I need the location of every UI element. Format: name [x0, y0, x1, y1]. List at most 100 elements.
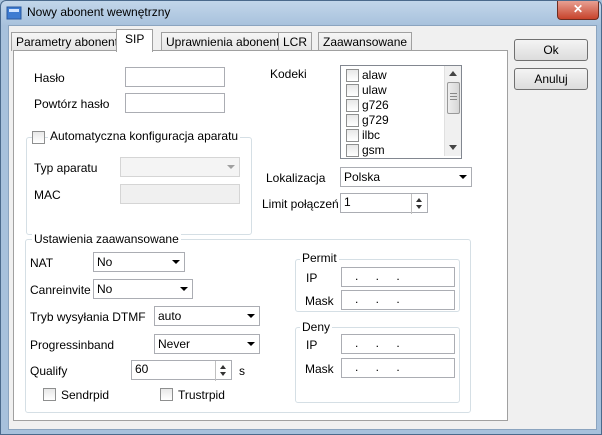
permit-title: Permit — [300, 251, 339, 265]
permit-ip-label: IP — [306, 271, 318, 285]
codecs-scrollbar[interactable] — [444, 66, 461, 156]
call-limit-spinner[interactable] — [411, 194, 427, 214]
autoconfig-label: Automatyczna konfiguracja aparatu — [48, 129, 241, 143]
tab-label: Zaawansowane — [323, 35, 408, 49]
arrow-up-icon[interactable] — [220, 365, 226, 369]
mac-label: MAC — [34, 188, 61, 202]
codec-checkbox[interactable] — [346, 129, 359, 142]
permit-ip-input[interactable]: . . . — [341, 267, 455, 287]
chevron-down-icon — [247, 314, 255, 318]
scroll-down-icon[interactable] — [449, 145, 457, 150]
permit-mask-value: . . . — [355, 292, 407, 306]
chevron-down-icon — [459, 175, 467, 179]
list-item[interactable]: ilbc — [344, 128, 442, 143]
repeat-password-input[interactable] — [125, 93, 225, 113]
nat-value: No — [97, 255, 113, 269]
title-bar[interactable]: Nowy abonent wewnętrzny ✕ — [1, 1, 601, 25]
tab-zaawansowane[interactable]: Zaawansowane — [318, 32, 413, 51]
autoconfig-checkbox[interactable] — [32, 131, 45, 144]
progressinband-select[interactable]: Never — [154, 334, 260, 354]
dtmf-select[interactable]: auto — [154, 306, 260, 326]
qualify-spinner[interactable] — [215, 361, 231, 381]
arrow-up-icon[interactable] — [416, 198, 422, 202]
tab-label: SIP — [125, 32, 145, 46]
codec-checkbox[interactable] — [346, 144, 359, 157]
codec-label: gsm — [362, 143, 385, 157]
app-icon — [6, 6, 22, 20]
call-limit-label: Limit połączeń — [262, 197, 339, 211]
list-item[interactable]: g729 — [344, 113, 442, 128]
window-title: Nowy abonent wewnętrzny — [27, 5, 171, 19]
permit-mask-label: Mask — [305, 294, 334, 308]
repeat-password-label: Powtórz hasło — [34, 97, 110, 111]
tab-sip[interactable]: SIP — [116, 29, 154, 52]
codec-checkbox[interactable] — [346, 99, 359, 112]
tab-label: Uprawnienia abonenta — [166, 35, 287, 49]
scroll-thumb[interactable] — [447, 82, 460, 114]
list-item[interactable]: g726 — [344, 98, 442, 113]
progressinband-label: Progressinband — [30, 338, 115, 352]
list-item[interactable]: gsm — [344, 143, 442, 158]
codec-checkbox[interactable] — [346, 114, 359, 127]
grip-icon — [450, 93, 457, 94]
deny-mask-input[interactable]: . . . — [341, 358, 455, 378]
location-select[interactable]: Polska — [340, 167, 472, 187]
tab-lcr[interactable]: LCR — [278, 32, 313, 51]
deny-mask-label: Mask — [305, 362, 334, 376]
client-area: Parametry abonenta SIP Uprawnienia abone… — [8, 25, 597, 430]
list-item[interactable]: ulaw — [344, 83, 442, 98]
arrow-down-icon[interactable] — [416, 205, 422, 209]
qualify-value: 60 — [135, 362, 149, 376]
list-item[interactable]: alaw — [344, 68, 442, 83]
device-type-label: Typ aparatu — [34, 161, 98, 175]
trustrpid-label: Trustrpid — [178, 388, 225, 402]
canreinvite-select[interactable]: No — [93, 279, 193, 299]
codec-label: ulaw — [362, 83, 387, 97]
sendrpid-checkbox[interactable] — [43, 388, 56, 401]
tab-parametry-abonenta[interactable]: Parametry abonenta — [11, 32, 130, 51]
scroll-up-icon[interactable] — [449, 71, 457, 76]
codec-checkbox[interactable] — [346, 69, 359, 82]
dtmf-label: Tryb wysyłania DTMF — [30, 310, 146, 324]
tab-label: LCR — [283, 35, 308, 49]
arrow-down-icon[interactable] — [220, 372, 226, 376]
chevron-down-icon — [227, 165, 235, 169]
cancel-button[interactable]: Anuluj — [514, 68, 588, 90]
codecs-list[interactable]: alaw ulaw g726 g729 ilbc gsm — [340, 65, 462, 159]
dialog-window: Nowy abonent wewnętrzny ✕ Parametry abon… — [0, 0, 602, 435]
mac-input[interactable] — [120, 184, 240, 204]
trustrpid-checkbox[interactable] — [160, 388, 173, 401]
permit-ip-value: . . . — [355, 269, 407, 283]
codec-label: alaw — [362, 68, 387, 82]
call-limit-value: 1 — [344, 195, 351, 209]
chevron-down-icon — [172, 260, 180, 264]
ok-button[interactable]: Ok — [514, 39, 588, 61]
call-limit-stepper[interactable]: 1 — [340, 193, 428, 214]
location-value: Polska — [344, 170, 381, 184]
sendrpid-label: Sendrpid — [61, 388, 110, 402]
canreinvite-value: No — [97, 282, 113, 296]
location-label: Lokalizacja — [266, 171, 326, 185]
nat-label: NAT — [30, 256, 54, 270]
progressinband-value: Never — [158, 337, 191, 351]
password-label: Hasło — [34, 71, 65, 85]
advanced-group-title: Ustawienia zaawansowane — [32, 232, 181, 246]
codec-checkbox[interactable] — [346, 84, 359, 97]
chevron-down-icon — [247, 342, 255, 346]
chevron-down-icon — [180, 287, 188, 291]
password-input[interactable] — [125, 67, 225, 87]
deny-ip-input[interactable]: . . . — [341, 334, 455, 354]
nat-select[interactable]: No — [93, 252, 185, 272]
codecs-label: Kodeki — [270, 67, 307, 81]
canreinvite-label: Canreinvite — [30, 283, 91, 297]
deny-mask-value: . . . — [355, 360, 407, 374]
tab-uprawnienia-abonenta[interactable]: Uprawnienia abonenta — [161, 32, 292, 51]
sip-tab-page: Hasło Powtórz hasło Kodeki alaw ulaw g72… — [13, 50, 508, 421]
close-button[interactable]: ✕ — [557, 1, 599, 20]
dtmf-value: auto — [158, 309, 182, 323]
codec-label: ilbc — [362, 128, 381, 142]
permit-mask-input[interactable]: . . . — [341, 290, 455, 310]
qualify-stepper[interactable]: 60 — [131, 360, 232, 381]
qualify-unit: s — [239, 364, 245, 378]
device-type-select[interactable] — [120, 157, 240, 177]
